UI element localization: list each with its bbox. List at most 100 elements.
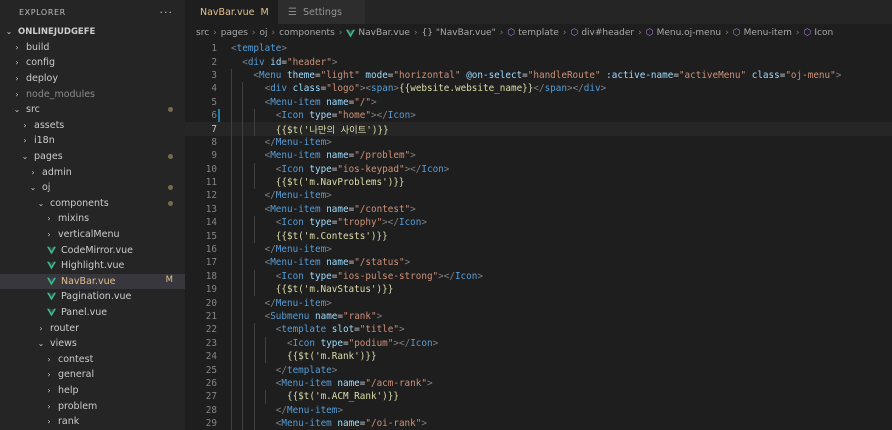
- code-line[interactable]: 20 </Menu-item>: [185, 296, 892, 310]
- breadcrumb-item[interactable]: Menu.oj-menu: [657, 28, 722, 38]
- code-line[interactable]: 7 {{$t('나만의 사이트')}}: [185, 122, 892, 136]
- code-line[interactable]: 1 <template>: [185, 42, 892, 55]
- code-line[interactable]: 2 <div id="header">: [185, 55, 892, 68]
- breadcrumb-item[interactable]: template: [518, 28, 559, 38]
- code-line[interactable]: 28 </Menu-item>: [185, 403, 892, 417]
- chevron-right-icon: ›: [23, 136, 27, 146]
- folder-item[interactable]: › general: [0, 367, 185, 383]
- folder-item[interactable]: ⌄ components: [0, 196, 185, 212]
- code-line[interactable]: 17 <Menu-item name="/status">: [185, 256, 892, 270]
- code-text: <Icon type="ios-pulse-strong"></Icon>: [275, 270, 483, 282]
- file-item[interactable]: Highlight.vue: [0, 258, 185, 274]
- breadcrumb-item[interactable]: components: [279, 28, 335, 38]
- item-label: mixins: [58, 213, 90, 225]
- folder-item[interactable]: › router: [0, 320, 185, 336]
- folder-item[interactable]: › mixins: [0, 211, 185, 227]
- folder-item[interactable]: ⌄ pages: [0, 149, 185, 165]
- code-text: </Menu-item>: [275, 404, 343, 416]
- folder-item[interactable]: › build: [0, 40, 185, 56]
- folder-item[interactable]: › deploy: [0, 71, 185, 87]
- folder-item[interactable]: › rank: [0, 414, 185, 430]
- code-line[interactable]: 21 <Submenu name="rank">: [185, 309, 892, 324]
- breadcrumb-item[interactable]: Menu-item: [744, 28, 792, 38]
- code-text: </Menu-item>: [264, 190, 332, 202]
- symbol-element-icon: ⬡: [507, 28, 516, 38]
- breadcrumb-item[interactable]: Icon: [814, 28, 833, 38]
- folder-item[interactable]: ⌄ src: [0, 102, 185, 118]
- code-line[interactable]: 11 {{$t('m.NavProblems')}}: [185, 175, 892, 190]
- code-line[interactable]: 18 <Icon type="ios-pulse-strong"></Icon>: [185, 269, 892, 284]
- file-item[interactable]: CodeMirror.vue: [0, 242, 185, 258]
- breadcrumb-item[interactable]: NavBar.vue: [358, 28, 410, 38]
- code-line[interactable]: 14 <Icon type="trophy"></Icon>: [185, 216, 892, 230]
- code-line[interactable]: 29 <Menu-item name="/oi-rank">: [185, 416, 892, 430]
- line-number: 5: [211, 96, 217, 108]
- folder-item[interactable]: › admin: [0, 164, 185, 180]
- more-actions-icon[interactable]: ···: [160, 6, 174, 19]
- breadcrumb-item[interactable]: pages: [221, 28, 248, 38]
- code-text: <Menu-item name="/oi-rank">: [275, 418, 427, 430]
- git-status-badge: M: [165, 274, 173, 285]
- folder-item[interactable]: › config: [0, 55, 185, 71]
- code-text: <Icon type="trophy"></Icon>: [275, 217, 427, 229]
- breadcrumb-item[interactable]: src: [196, 28, 209, 38]
- file-item[interactable]: NavBar.vue M: [0, 273, 185, 290]
- symbol-element-icon: ⬡: [570, 28, 579, 38]
- tab-navbar-vue[interactable]: NavBar.vue M: [185, 0, 278, 24]
- code-line[interactable]: 5 <Menu-item name="/">: [185, 95, 892, 109]
- code-text: </template>: [275, 364, 338, 376]
- chevron-right-icon: ›: [338, 28, 343, 38]
- code-line[interactable]: 19 {{$t('m.NavStatus')}}: [185, 283, 892, 297]
- folder-item[interactable]: › assets: [0, 118, 185, 134]
- folder-item[interactable]: › problem: [0, 398, 185, 414]
- tree-root[interactable]: ⌄ ONLINEJUDGEFE: [0, 24, 185, 40]
- code-line[interactable]: 26 <Menu-item name="/acm-rank">: [185, 376, 892, 391]
- code-line[interactable]: 6 <Icon type="home"></Icon>: [185, 108, 892, 123]
- code-line[interactable]: 23 <Icon type="podium"></Icon>: [185, 336, 892, 350]
- code-line[interactable]: 3 <Menu theme="light" mode="horizontal" …: [185, 68, 892, 83]
- code-line[interactable]: 25 </template>: [185, 363, 892, 377]
- breadcrumb-item[interactable]: oj: [260, 28, 268, 38]
- code-text: <Menu-item name="/acm-rank">: [275, 377, 433, 389]
- code-line[interactable]: 16 </Menu-item>: [185, 242, 892, 257]
- folder-item[interactable]: › help: [0, 383, 185, 399]
- code-line[interactable]: 10 <Icon type="ios-keypad"></Icon>: [185, 162, 892, 176]
- modified-dot-icon: [168, 153, 173, 159]
- line-number: 3: [211, 69, 217, 81]
- folder-item[interactable]: › verticalMenu: [0, 227, 185, 243]
- tab-settings[interactable]: ☰ Settings: [278, 0, 365, 24]
- code-line[interactable]: 4 <div class="logo"><span>{{website.webs…: [185, 82, 892, 96]
- code-line[interactable]: 9 <Menu-item name="/problem">: [185, 149, 892, 163]
- code-line[interactable]: 27 {{$t('m.ACM_Rank')}}: [185, 390, 892, 404]
- code-line[interactable]: 24 {{$t('m.Rank')}}: [185, 349, 892, 364]
- code-text: <Menu-item name="/status">: [264, 257, 411, 269]
- code-editor[interactable]: 1 <template> 2 <div id="header"> 3 <Menu th…: [185, 42, 892, 430]
- line-number: 11: [205, 177, 217, 189]
- code-text: </Menu-item>: [264, 244, 332, 256]
- item-label: Pagination.vue: [61, 291, 132, 303]
- code-line[interactable]: 12 </Menu-item>: [185, 189, 892, 203]
- folder-item[interactable]: › contest: [0, 351, 185, 367]
- folder-item[interactable]: › i18n: [0, 133, 185, 149]
- line-number: 13: [205, 203, 217, 215]
- file-item[interactable]: Pagination.vue: [0, 289, 185, 305]
- line-number: 2: [211, 56, 217, 68]
- breadcrumb-item[interactable]: {} "NavBar.vue": [422, 28, 496, 38]
- folder-item[interactable]: › node_modules: [0, 86, 185, 102]
- folder-item[interactable]: ⌄ oj: [0, 180, 185, 196]
- line-number: 4: [211, 83, 217, 95]
- line-number: 8: [211, 136, 217, 148]
- folder-item[interactable]: ⌄ views: [0, 336, 185, 352]
- code-line[interactable]: 13 <Menu-item name="/contest">: [185, 202, 892, 217]
- code-line[interactable]: 22 <template slot="title">: [185, 323, 892, 337]
- code-line[interactable]: 15 {{$t('m.Contests')}}: [185, 229, 892, 243]
- code-line[interactable]: 8 </Menu-item>: [185, 135, 892, 150]
- line-number: 26: [205, 377, 217, 389]
- item-label: pages: [34, 151, 63, 163]
- line-number: 24: [205, 351, 217, 363]
- file-item[interactable]: Panel.vue: [0, 305, 185, 321]
- item-label: Highlight.vue: [61, 260, 125, 272]
- breadcrumb-item[interactable]: div#header: [581, 28, 634, 38]
- tab-label: NavBar.vue: [200, 6, 255, 18]
- item-label: i18n: [34, 135, 55, 147]
